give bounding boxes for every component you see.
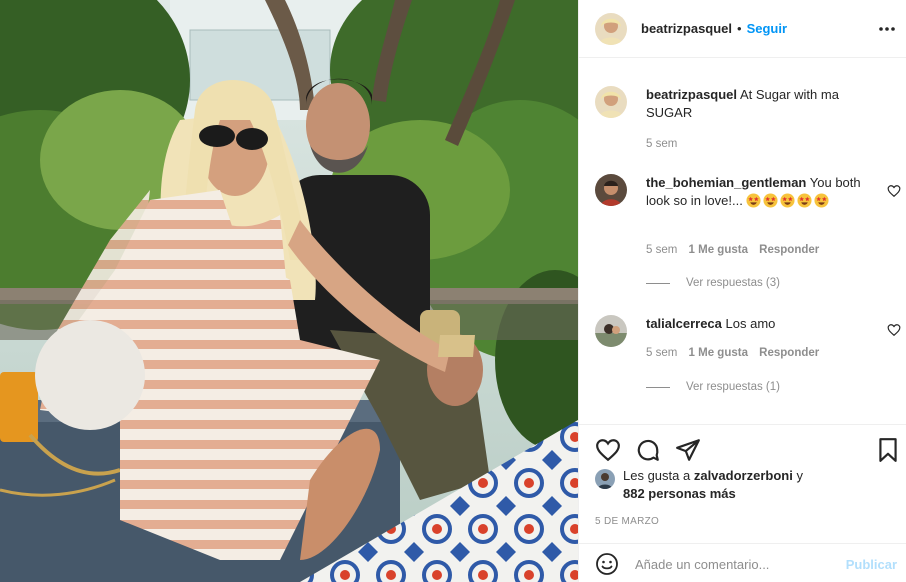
share-icon[interactable] — [675, 437, 701, 463]
comment-input[interactable] — [635, 552, 835, 576]
caption-time: 5 sem — [646, 138, 678, 150]
post-date[interactable]: 5 DE MARZO — [595, 516, 659, 527]
post-photo[interactable] — [0, 0, 578, 582]
bookmark-icon[interactable] — [875, 437, 901, 463]
add-comment-bar: Publicar — [579, 543, 906, 582]
comments-list[interactable]: beatrizpasquel At Sugar with ma SUGAR 5 … — [579, 58, 906, 424]
commenter-avatar[interactable] — [595, 315, 627, 347]
comment-likes[interactable]: 1 Me gusta — [689, 244, 748, 256]
likes-prefix: Les gusta a — [623, 468, 691, 483]
comment-icon[interactable] — [635, 437, 661, 463]
star-struck-emoji-icon — [814, 193, 829, 208]
replies-divider — [646, 282, 670, 284]
liker-username[interactable]: zalvadorzerboni — [694, 468, 793, 483]
publish-button[interactable]: Publicar — [846, 557, 897, 572]
heart-icon[interactable] — [887, 323, 901, 337]
caption-username[interactable]: beatrizpasquel — [646, 87, 737, 102]
commenter-avatar[interactable] — [595, 174, 627, 206]
comment-username[interactable]: the_bohemian_gentleman — [646, 175, 806, 190]
replies-divider — [646, 386, 670, 388]
view-replies-label[interactable]: Ver respuestas (3) — [686, 277, 780, 289]
star-struck-emoji-icon — [746, 193, 761, 208]
header-separator: • — [737, 21, 742, 36]
comment-likes[interactable]: 1 Me gusta — [689, 347, 748, 359]
liker-avatar[interactable] — [595, 469, 615, 489]
comment-body: talialcerreca Los amo — [646, 315, 876, 333]
post-header: beatrizpasquel • Seguir — [579, 0, 906, 58]
author-avatar[interactable] — [595, 12, 627, 45]
star-struck-emoji-icon — [780, 193, 795, 208]
comment-body: the_bohemian_gentleman You both look so … — [646, 174, 876, 210]
comment-text: Los amo — [725, 316, 776, 331]
view-replies-label[interactable]: Ver respuestas (1) — [686, 381, 780, 393]
heart-icon[interactable] — [595, 437, 621, 463]
star-struck-emoji-icon — [763, 193, 778, 208]
reply-button[interactable]: Responder — [759, 347, 819, 359]
comment-username[interactable]: talialcerreca — [646, 316, 722, 331]
star-struck-emoji-icon — [797, 193, 812, 208]
more-horizontal-icon[interactable] — [877, 19, 897, 39]
comment-meta: 5 sem 1 Me gusta Responder — [646, 244, 819, 256]
post-sidebar: beatrizpasquel • Seguir beatrizpasquel A… — [578, 0, 906, 582]
likes-connector: y — [796, 468, 803, 483]
view-replies[interactable]: Ver respuestas (3) — [646, 277, 780, 289]
likes-text: Les gusta a zalvadorzerboni y 882 person… — [623, 467, 893, 503]
emoji-icon[interactable] — [595, 552, 619, 576]
caption-body: beatrizpasquel At Sugar with ma SUGAR — [646, 86, 876, 122]
follow-button[interactable]: Seguir — [747, 21, 787, 36]
reply-button[interactable]: Responder — [759, 244, 819, 256]
view-replies[interactable]: Ver respuestas (1) — [646, 381, 780, 393]
author-username[interactable]: beatrizpasquel — [641, 21, 732, 36]
comment-time: 5 sem — [646, 244, 678, 256]
likes-others[interactable]: 882 personas más — [623, 486, 736, 501]
comment-emoji-row — [746, 193, 831, 208]
comment-meta: 5 sem 1 Me gusta Responder — [646, 347, 819, 359]
heart-icon[interactable] — [887, 184, 901, 198]
caption-avatar[interactable] — [595, 86, 627, 118]
comment-time: 5 sem — [646, 347, 678, 359]
